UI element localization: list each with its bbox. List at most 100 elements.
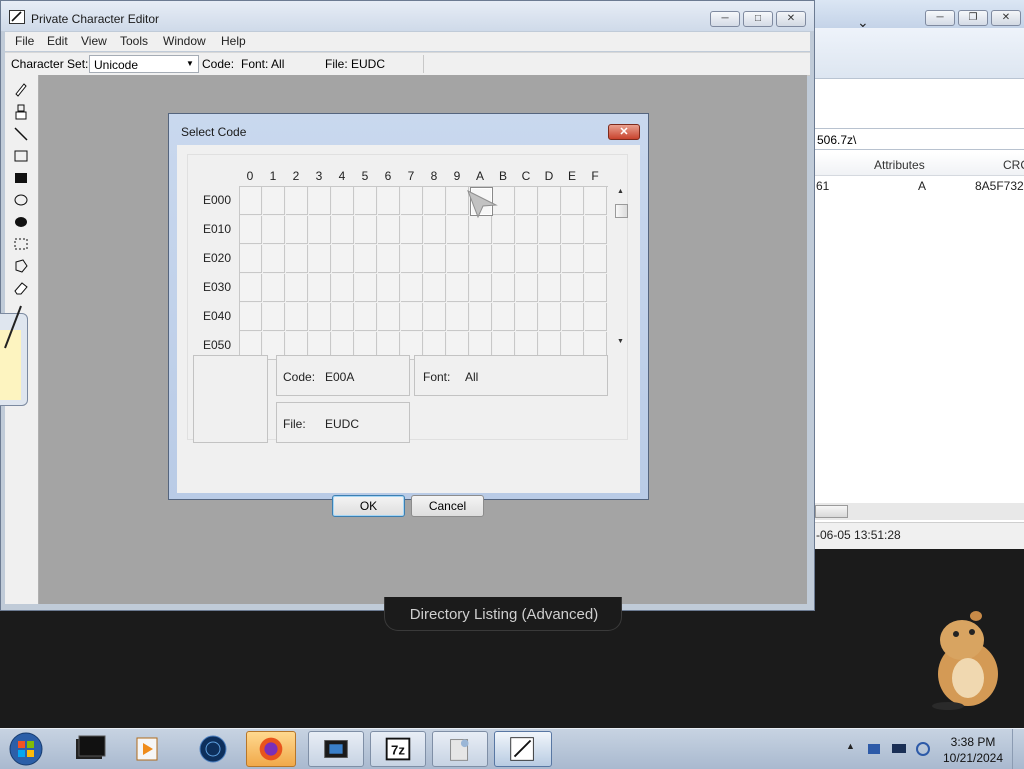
code-cell[interactable] (309, 187, 331, 215)
cancel-button[interactable]: Cancel (411, 495, 484, 517)
code-cell[interactable] (332, 245, 354, 273)
private-character-editor-taskbar-icon[interactable] (494, 731, 552, 767)
code-cell[interactable] (240, 303, 262, 331)
code-cell[interactable] (240, 187, 262, 215)
code-cell[interactable] (378, 187, 400, 215)
code-cell[interactable] (401, 216, 423, 244)
menu-view[interactable]: View (81, 34, 107, 48)
code-cell[interactable] (562, 187, 584, 215)
code-cell[interactable] (424, 187, 446, 215)
menu-tools[interactable]: Tools (120, 34, 148, 48)
charset-select[interactable]: Unicode ▼ (89, 55, 199, 73)
code-cell[interactable] (470, 245, 492, 273)
code-cell[interactable] (447, 245, 469, 273)
code-cell[interactable] (263, 303, 285, 331)
code-cell[interactable] (585, 303, 607, 331)
hollow-ellipse-icon[interactable] (13, 192, 29, 208)
restore-button[interactable]: ❐ (958, 10, 988, 26)
code-cell[interactable] (516, 274, 538, 302)
sticky-note-gadget[interactable] (0, 305, 28, 406)
code-cell[interactable] (309, 216, 331, 244)
code-cell[interactable] (470, 274, 492, 302)
code-cell[interactable] (585, 216, 607, 244)
video-app-icon[interactable] (308, 731, 364, 767)
horizontal-scrollbar[interactable] (815, 503, 1024, 520)
code-cell[interactable] (562, 303, 584, 331)
chevron-down-icon[interactable]: ⌄ (857, 14, 869, 31)
7zip-icon[interactable]: 7z (370, 731, 426, 767)
code-cell[interactable] (585, 274, 607, 302)
code-cell[interactable] (470, 216, 492, 244)
code-cell[interactable] (401, 274, 423, 302)
code-cell[interactable] (424, 245, 446, 273)
maximize-button[interactable]: □ (743, 11, 773, 27)
code-cell[interactable] (493, 303, 515, 331)
network-tray-icon[interactable] (866, 741, 882, 757)
code-cell[interactable] (585, 245, 607, 273)
code-cell[interactable] (286, 274, 308, 302)
code-cell[interactable] (240, 216, 262, 244)
code-cell[interactable] (309, 245, 331, 273)
eraser-icon[interactable] (13, 280, 29, 296)
minimize-button[interactable]: ─ (710, 11, 740, 27)
code-cell[interactable] (447, 303, 469, 331)
code-cell[interactable] (263, 274, 285, 302)
code-cell[interactable] (562, 245, 584, 273)
menu-file[interactable]: File (15, 34, 34, 48)
list-item[interactable]: 61 A 8A5F7324 (815, 178, 1024, 196)
code-grid[interactable] (239, 186, 608, 361)
code-cell[interactable] (240, 274, 262, 302)
scroll-up-icon[interactable]: ▲ (617, 188, 624, 195)
code-cell[interactable] (401, 245, 423, 273)
code-cell[interactable] (447, 216, 469, 244)
code-cell[interactable] (378, 245, 400, 273)
code-cell[interactable] (286, 303, 308, 331)
column-crc[interactable]: CRC (1003, 158, 1024, 172)
code-cell[interactable] (240, 245, 262, 273)
scrollbar-thumb[interactable] (815, 505, 848, 518)
freeform-selection-icon[interactable] (13, 258, 29, 274)
code-cell[interactable] (332, 274, 354, 302)
code-cell[interactable] (355, 274, 377, 302)
close-button[interactable]: ✕ (991, 10, 1021, 26)
code-cell[interactable] (378, 274, 400, 302)
pencil-icon[interactable] (13, 81, 29, 97)
code-cell[interactable] (286, 245, 308, 273)
minimize-button[interactable]: ─ (925, 10, 955, 26)
code-cell[interactable] (562, 216, 584, 244)
code-cell[interactable] (516, 216, 538, 244)
code-cell[interactable] (263, 187, 285, 215)
code-cell[interactable] (263, 245, 285, 273)
scrollbar-thumb[interactable] (615, 204, 628, 218)
filled-ellipse-icon[interactable] (13, 214, 29, 230)
clock-date[interactable]: 10/21/2024 (938, 751, 1008, 765)
code-cell[interactable] (539, 216, 561, 244)
clock-time[interactable]: 3:38 PM (938, 735, 1008, 749)
rectangular-selection-icon[interactable] (13, 236, 29, 252)
code-cell[interactable] (447, 274, 469, 302)
code-cell[interactable] (516, 187, 538, 215)
directory-listing-gadget[interactable]: Directory Listing (Advanced) (384, 597, 622, 631)
code-cell[interactable] (355, 187, 377, 215)
code-cell[interactable] (562, 274, 584, 302)
line-icon[interactable] (13, 126, 29, 142)
code-cell[interactable] (332, 187, 354, 215)
code-cell[interactable] (493, 274, 515, 302)
media-player-icon[interactable] (128, 731, 166, 767)
code-cell[interactable] (355, 245, 377, 273)
code-cell[interactable] (424, 216, 446, 244)
code-cell[interactable] (286, 187, 308, 215)
dropdown-arrow-icon[interactable]: ▼ (186, 59, 194, 68)
code-cell[interactable] (424, 303, 446, 331)
code-cell[interactable] (493, 216, 515, 244)
code-cell[interactable] (378, 303, 400, 331)
code-cell[interactable] (263, 216, 285, 244)
code-cell[interactable] (516, 303, 538, 331)
hamster-pet-icon[interactable] (924, 606, 1010, 710)
code-cell[interactable] (309, 303, 331, 331)
code-cell[interactable] (401, 187, 423, 215)
code-cell[interactable] (332, 216, 354, 244)
tray-expand-icon[interactable]: ▲ (846, 741, 855, 751)
code-cell[interactable] (539, 274, 561, 302)
code-cell[interactable] (585, 187, 607, 215)
